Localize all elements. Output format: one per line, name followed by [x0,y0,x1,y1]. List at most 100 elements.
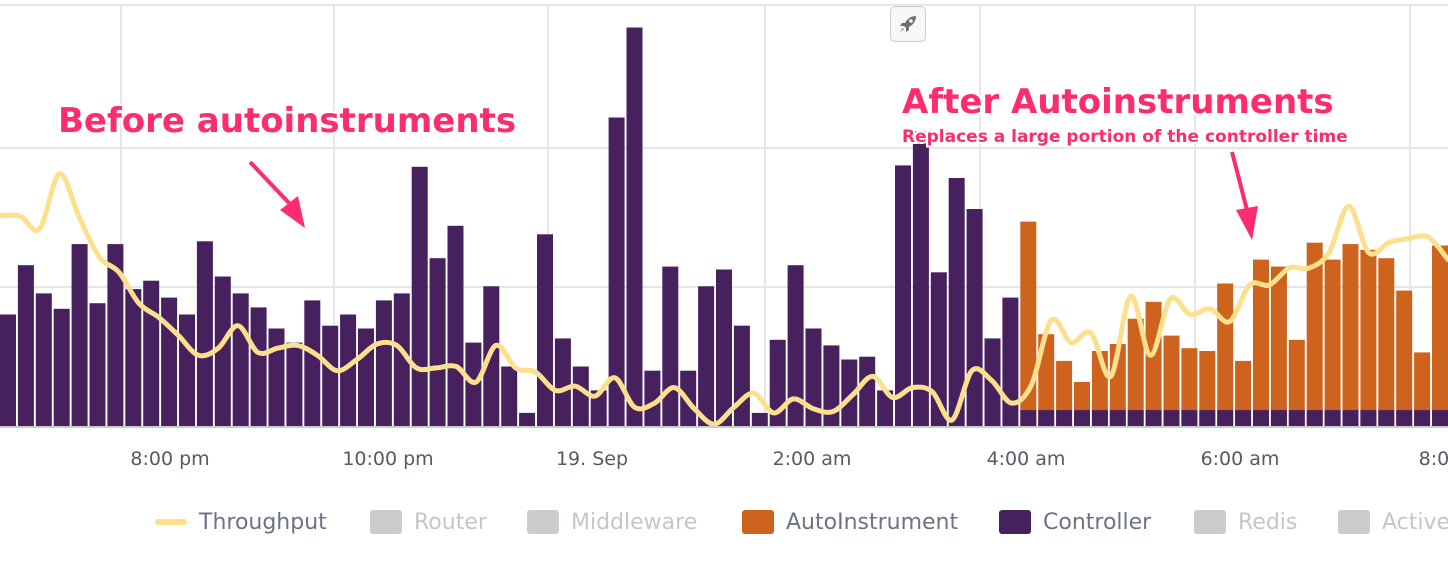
controller-bar[interactable] [1199,410,1216,427]
controller-bar[interactable] [519,412,536,427]
x-tick-label: 4:00 am [987,448,1066,470]
controller-bar[interactable] [1378,410,1395,427]
controller-series-after [1020,410,1448,427]
legend-item-controller[interactable]: Controller [999,502,1151,542]
controller-bar[interactable] [1360,410,1377,427]
legend-item-redis[interactable]: Redis [1194,502,1297,542]
legend-item-throughput[interactable]: Throughput [155,502,327,542]
controller-series [0,27,1019,428]
autoinstrument-bar[interactable] [1396,290,1413,427]
controller-bar[interactable] [71,244,88,427]
autoinstrument-bar[interactable] [1217,283,1234,428]
controller-bar[interactable] [1038,410,1055,427]
controller-bar[interactable] [268,328,285,428]
legend-item-router[interactable]: Router [370,502,487,542]
x-tick-label: 10:00 pm [342,448,433,470]
controller-swatch [999,510,1031,534]
controller-bar[interactable] [1270,410,1287,427]
controller-bar[interactable] [429,258,446,427]
controller-bar[interactable] [232,293,249,427]
controller-bar[interactable] [1217,410,1234,427]
autoinstrument-bar[interactable] [1145,301,1162,427]
x-tick-label: 8:00 [1419,448,1448,470]
controller-bar[interactable] [1056,410,1073,427]
controller-bar[interactable] [179,314,195,428]
controller-bar[interactable] [698,286,715,427]
controller-bar[interactable] [501,366,518,428]
controller-bar[interactable] [733,325,750,427]
controller-bar[interactable] [161,297,178,427]
controller-bar[interactable] [537,234,553,427]
controller-bar[interactable] [143,280,160,427]
controller-bar[interactable] [286,342,303,427]
controller-bar[interactable] [554,338,571,427]
controller-bar[interactable] [1127,410,1144,427]
middleware-swatch [527,510,559,534]
legend-item-active[interactable]: Active [1338,502,1448,542]
controller-bar[interactable] [1020,410,1037,427]
chart-legend: Throughput Router Middleware AutoInstrum… [0,502,1448,542]
controller-bar[interactable] [89,303,106,427]
controller-bar[interactable] [1288,410,1305,427]
controller-bar[interactable] [411,166,428,428]
controller-bar[interactable] [17,265,34,427]
controller-bar[interactable] [1109,410,1126,427]
controller-bar[interactable] [196,241,213,427]
controller-bar[interactable] [1145,410,1162,427]
controller-bar[interactable] [0,314,16,428]
controller-bar[interactable] [626,27,643,428]
controller-bar[interactable] [358,328,374,428]
legend-item-autoinstrument[interactable]: AutoInstrument [742,502,958,542]
before-arrow [248,160,305,228]
autoinstrument-bar[interactable] [1378,258,1395,427]
controller-bar[interactable] [966,209,983,427]
controller-bar[interactable] [1074,410,1090,427]
deploy-marker-button[interactable] [890,6,926,42]
autoinstrument-bar[interactable] [1324,259,1341,427]
controller-bar[interactable] [1414,410,1431,427]
router-swatch [370,510,402,534]
autoinstrument-bar[interactable] [1342,244,1359,427]
controller-bar[interactable] [1324,410,1341,427]
controller-bar[interactable] [1235,410,1252,427]
active-swatch [1338,510,1370,534]
controller-bar[interactable] [859,356,876,427]
autoinstrument-bar[interactable] [1270,266,1287,427]
x-tick-label: 6:00 am [1201,448,1280,470]
controller-bar[interactable] [572,366,589,428]
controller-bar[interactable] [53,308,70,427]
controller-bar[interactable] [716,269,732,428]
controller-bar[interactable] [1396,410,1413,427]
controller-bar[interactable] [1163,410,1180,427]
controller-bar[interactable] [125,289,142,427]
controller-bar[interactable] [751,412,768,427]
chart: 8:00 pm 10:00 pm 19. Sep 2:00 am 4:00 am 6:00… [0,4,1448,470]
controller-bar[interactable] [250,307,267,427]
legend-label: Redis [1238,509,1298,535]
controller-bar[interactable] [35,293,52,427]
controller-bar[interactable] [912,131,929,427]
controller-bar[interactable] [1091,410,1108,427]
controller-bar[interactable] [1432,410,1448,427]
controller-bar[interactable] [1253,410,1269,427]
controller-bar[interactable] [1306,410,1323,427]
controller-bar[interactable] [823,345,840,427]
autoinstrument-bar[interactable] [1432,245,1448,428]
autoinstrument-bar[interactable] [1360,249,1377,427]
legend-label: Router [414,509,487,535]
legend-label: Controller [1043,509,1152,535]
controller-bar[interactable] [447,225,464,427]
after-annotation-subtitle: Replaces a large portion of the controll… [902,127,1348,147]
legend-label: AutoInstrument [786,509,959,535]
controller-bar[interactable] [662,266,679,427]
x-tick-label: 19. Sep [556,448,628,470]
controller-bar[interactable] [1342,410,1359,427]
controller-bar[interactable] [1002,297,1019,427]
controller-bar[interactable] [304,300,321,427]
x-axis-ticks: 8:00 pm 10:00 pm 19. Sep 2:00 am 4:00 am 6:00… [130,448,1448,470]
controller-bar[interactable] [1181,410,1198,427]
legend-label: Active [1382,509,1448,535]
legend-item-middleware[interactable]: Middleware [527,502,697,542]
controller-bar[interactable] [322,325,339,427]
controller-bar[interactable] [375,300,392,427]
